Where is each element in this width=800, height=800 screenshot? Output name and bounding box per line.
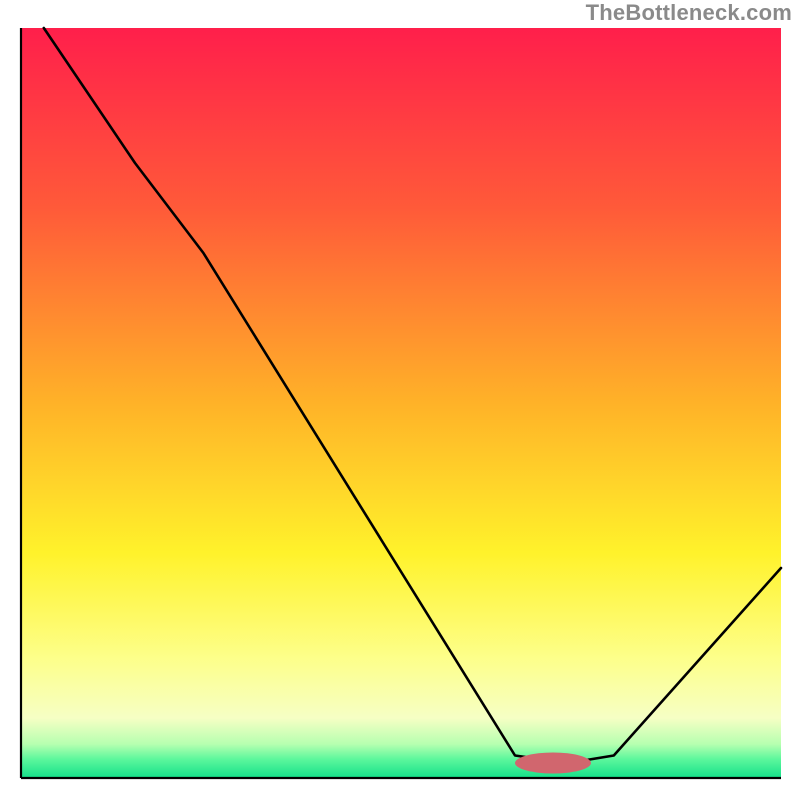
optimal-marker — [515, 753, 591, 774]
gradient-rect — [21, 28, 781, 778]
plot-area — [21, 28, 781, 778]
bottleneck-chart — [0, 0, 800, 800]
chart-canvas: TheBottleneck.com — [0, 0, 800, 800]
